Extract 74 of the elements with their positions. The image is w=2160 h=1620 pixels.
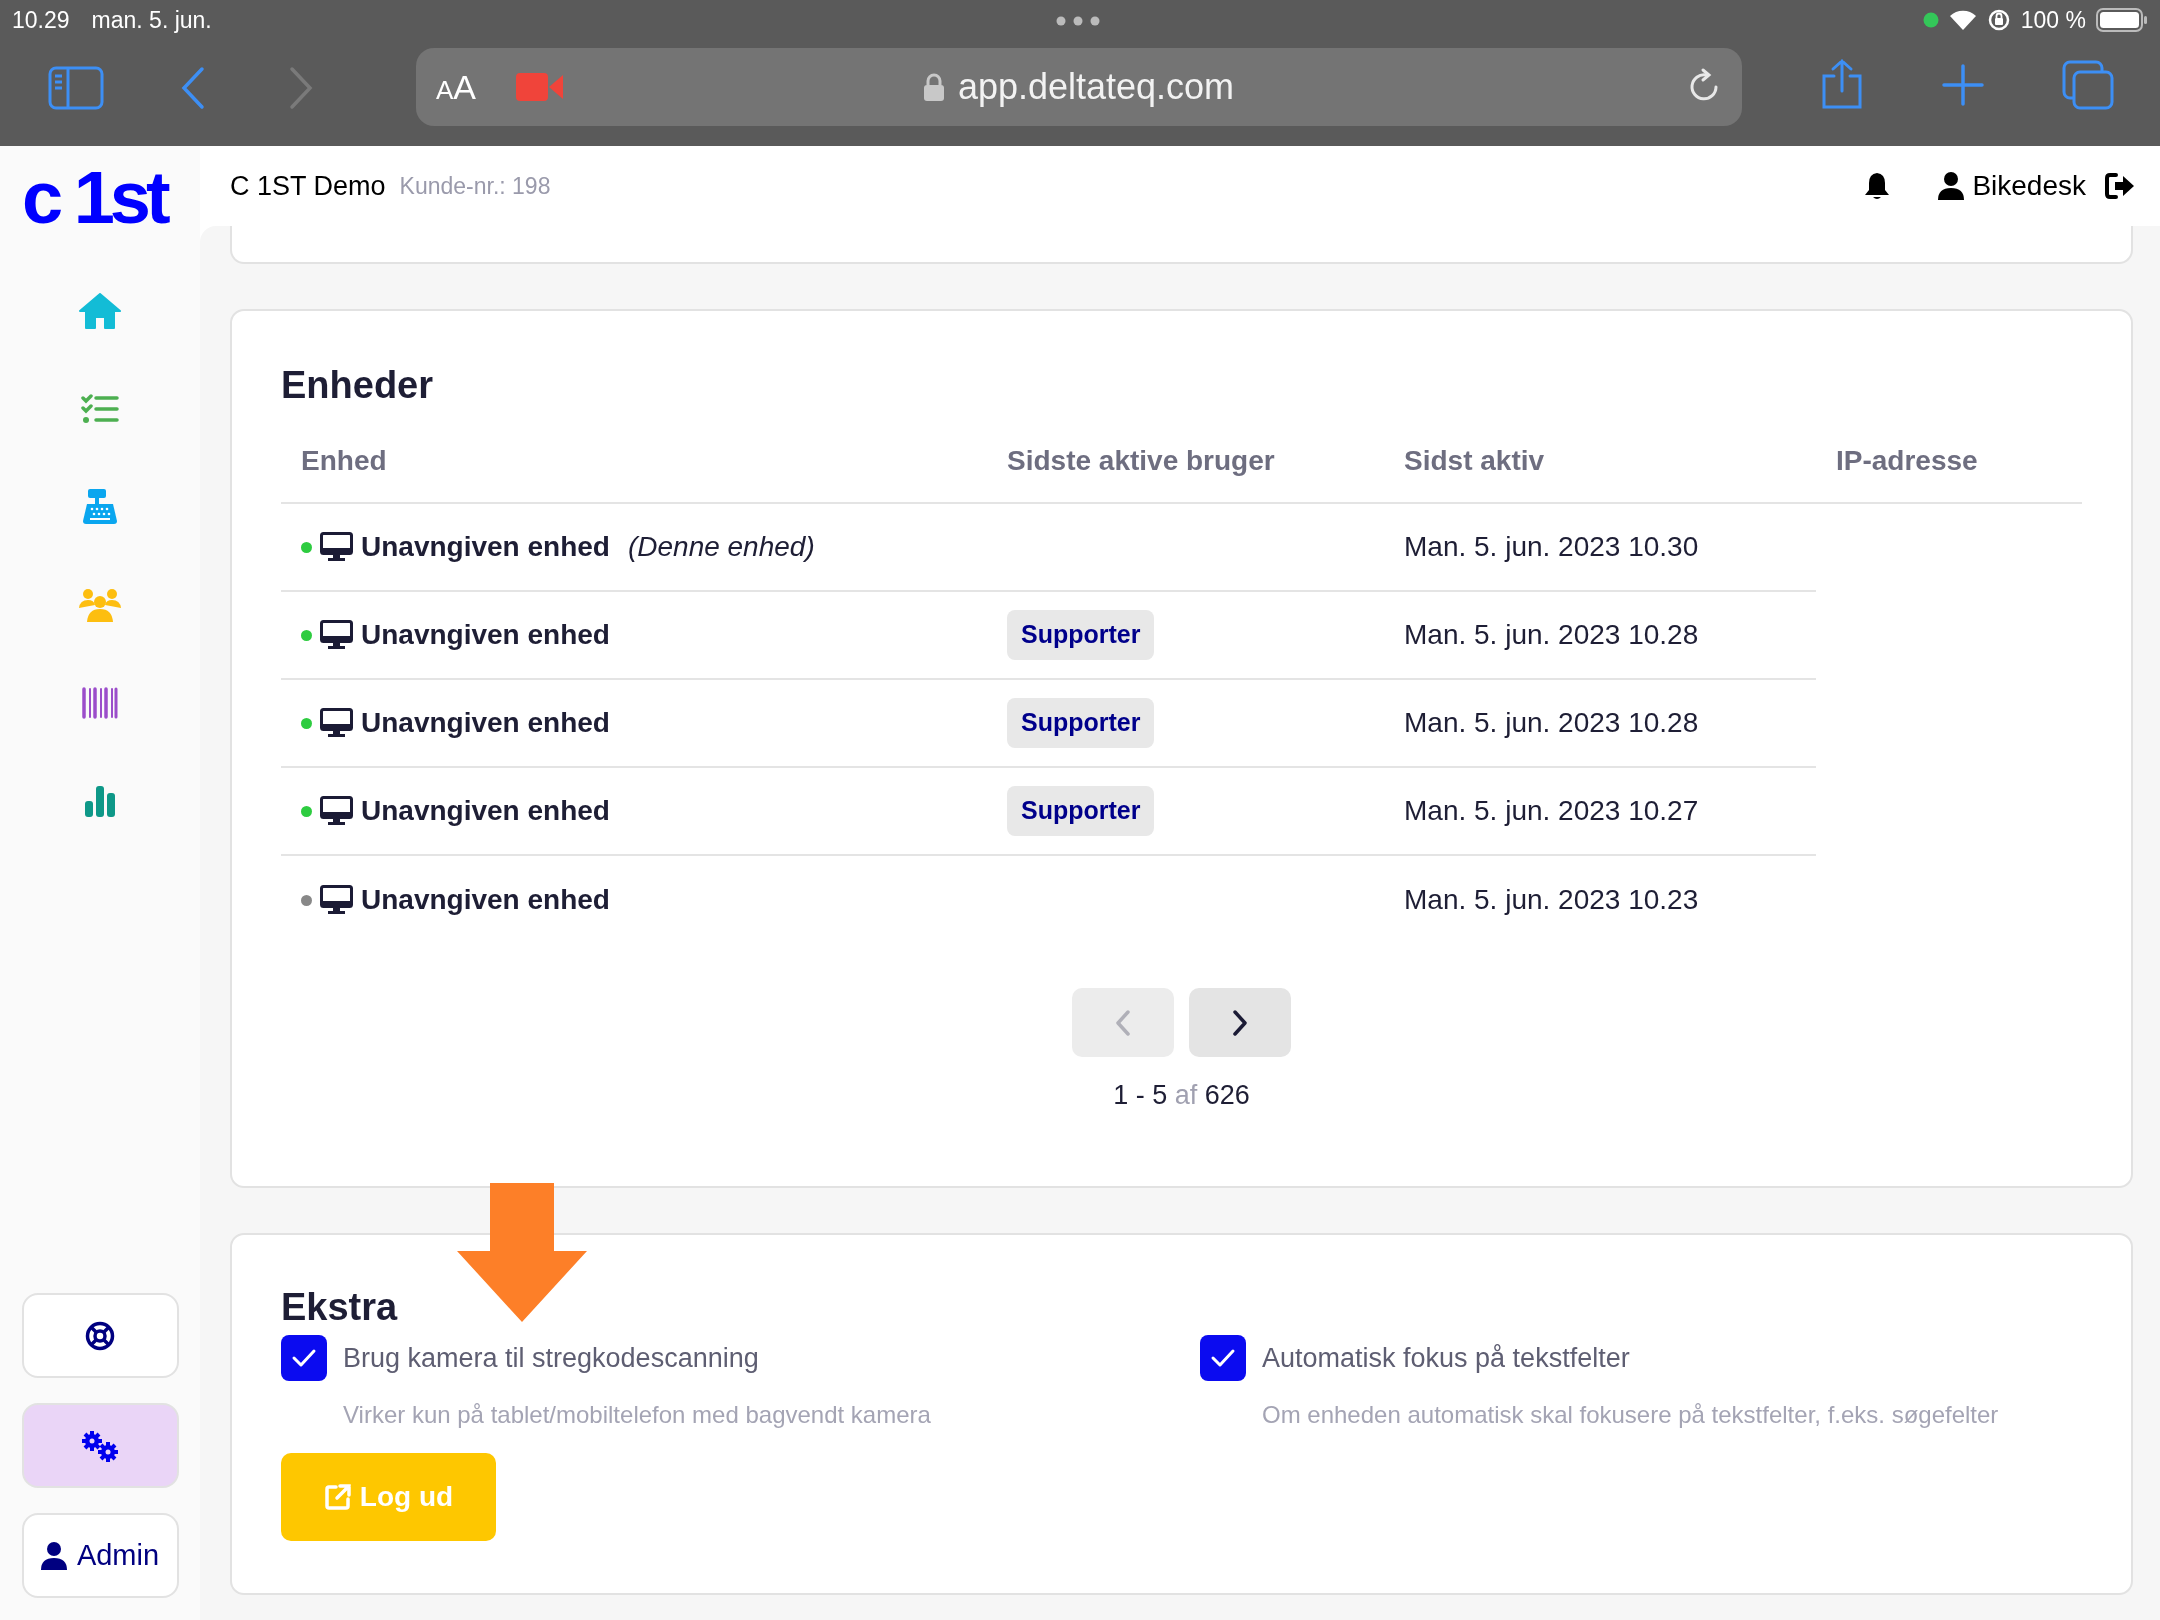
column-header: Sidste aktive bruger xyxy=(1007,444,1275,478)
notification-bell-icon[interactable] xyxy=(1864,172,1891,200)
last-active-time: Man. 5. jun. 2023 10.27 xyxy=(1404,794,1699,828)
device-name[interactable]: Unavngiven enhed xyxy=(361,879,610,921)
share-icon[interactable] xyxy=(1820,58,1864,110)
battery-icon xyxy=(2096,8,2148,32)
last-active-time: Man. 5. jun. 2023 10.23 xyxy=(1404,883,1699,917)
user-tag: Supporter xyxy=(1007,786,1155,836)
last-active-time: Man. 5. jun. 2023 10.30 xyxy=(1404,530,1699,564)
user-icon xyxy=(1938,172,1965,200)
last-active-time: Man. 5. jun. 2023 10.28 xyxy=(1404,618,1699,652)
user-name[interactable]: Bikedesk xyxy=(1972,165,2086,207)
option-hint: Virker kun på tablet/mobiltelefon med bagvendt kamera xyxy=(343,1400,932,1430)
last-active-time: Man. 5. jun. 2023 10.28 xyxy=(1404,706,1699,740)
tabs-icon[interactable] xyxy=(2062,60,2114,110)
option-hint: Om enheden automatisk skal fokusere på tekstfelter, f.eks. søgefelter xyxy=(1262,1400,2000,1430)
status-date: man. 5. jun. xyxy=(91,5,212,35)
section-title: Enheder xyxy=(281,363,434,408)
device-name[interactable]: Unavngiven enhed xyxy=(361,790,610,832)
column-header: Enhed xyxy=(301,444,387,478)
gears-icon xyxy=(81,1429,119,1462)
device-name[interactable]: Unavngiven enhed xyxy=(361,614,610,656)
rotation-lock-icon xyxy=(1986,8,2011,32)
status-time: 10.29 xyxy=(12,5,70,35)
battery-percent: 100 % xyxy=(2020,5,2086,35)
device-name[interactable]: Unavngiven enhed xyxy=(361,526,610,568)
admin-button[interactable]: Admin xyxy=(21,1513,179,1598)
more-icon[interactable] xyxy=(1056,16,1100,26)
logout-icon[interactable] xyxy=(2104,172,2136,200)
recording-dot-icon xyxy=(1922,12,1939,28)
back-icon[interactable] xyxy=(180,66,206,110)
column-header: Sidst aktiv xyxy=(1404,444,1545,478)
monitor-icon xyxy=(320,885,353,915)
device-name[interactable]: Unavngiven enhed xyxy=(361,702,610,744)
lock-icon xyxy=(923,73,944,101)
company-name: C 1ST Demo xyxy=(230,169,386,203)
user-tag: Supporter xyxy=(1007,610,1155,660)
forward-icon[interactable] xyxy=(288,66,314,110)
monitor-icon xyxy=(320,796,353,826)
users-icon[interactable] xyxy=(78,588,122,622)
checklist-icon[interactable] xyxy=(81,394,119,424)
address-bar[interactable]: AA app.deltateq.com xyxy=(416,48,1742,126)
chevron-left-icon xyxy=(1115,1009,1131,1036)
option-label: Automatisk fokus på tekstfelter xyxy=(1262,1341,1630,1375)
logo[interactable]: c 1st xyxy=(22,166,166,230)
column-header: IP-adresse xyxy=(1836,444,1978,478)
url-text: app.deltateq.com xyxy=(957,65,1235,109)
barcode-icon[interactable] xyxy=(82,687,118,719)
device-note: (Denne enhed) xyxy=(627,530,815,564)
customer-number: Kunde-nr.: 198 xyxy=(399,171,551,201)
section-title: Ekstra xyxy=(281,1285,398,1330)
chevron-right-icon xyxy=(1232,1009,1248,1036)
checkbox[interactable] xyxy=(1200,1335,1246,1381)
user-icon xyxy=(40,1541,67,1570)
text-size-button[interactable]: AA xyxy=(436,70,477,104)
cash-register-icon[interactable] xyxy=(82,489,118,525)
monitor-icon xyxy=(320,708,353,738)
user-tag: Supporter xyxy=(1007,698,1155,748)
monitor-icon xyxy=(320,620,353,650)
monitor-icon xyxy=(320,532,353,562)
pagination-info: 1 - 5 af 626 xyxy=(1113,1079,1250,1112)
option-label: Brug kamera til stregkodescanning xyxy=(343,1341,759,1375)
settings-button[interactable] xyxy=(21,1403,179,1488)
bar-chart-icon[interactable] xyxy=(84,785,116,817)
support-button[interactable] xyxy=(21,1293,179,1378)
home-icon[interactable] xyxy=(79,293,121,329)
check-icon xyxy=(1210,1348,1236,1368)
check-icon xyxy=(291,1348,317,1368)
wifi-icon xyxy=(1948,9,1977,31)
lifebuoy-icon xyxy=(85,1320,115,1351)
external-link-icon xyxy=(323,1483,352,1511)
new-tab-icon[interactable] xyxy=(1942,64,1984,106)
sidebar-icon[interactable] xyxy=(48,66,104,110)
checkbox[interactable] xyxy=(281,1335,327,1381)
